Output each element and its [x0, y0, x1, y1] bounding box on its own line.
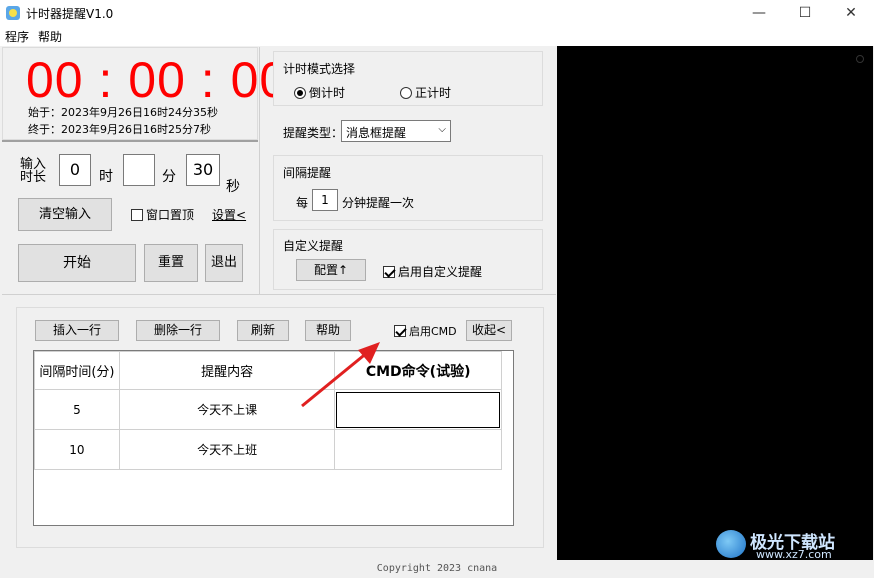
timer-divider: [2, 140, 258, 142]
mode-title: 计时模式选择: [283, 62, 356, 76]
timer-display: 00 : 00 : 00: [26, 52, 289, 108]
row2-cmd[interactable]: [334, 429, 502, 470]
reminder-table: 间隔时间(分) 提醒内容 CMD命令(试验) 5 今天不上课 10 今天不上班: [34, 351, 502, 470]
mode-countup-radio[interactable]: 正计时: [400, 84, 451, 101]
custom-enable-box[interactable]: [383, 266, 395, 278]
delete-row-button[interactable]: 删除一行: [136, 320, 220, 341]
topmost-label: 窗口置顶: [146, 208, 195, 222]
settings-link[interactable]: 设置<: [212, 206, 246, 223]
table-row[interactable]: 10 今天不上班: [34, 429, 502, 470]
arrow-shaft: [301, 350, 369, 408]
annotation-arrow-icon: [301, 342, 380, 408]
arrow-head: [358, 342, 380, 364]
topmost-checkbox-box[interactable]: [131, 209, 143, 221]
alert-type-label: 提醒类型：: [283, 126, 344, 140]
collapse-button[interactable]: 收起<: [466, 320, 512, 341]
insert-row-button[interactable]: 插入一行: [35, 320, 119, 341]
refresh-button[interactable]: 刷新: [237, 320, 289, 341]
interval-suffix: 分钟提醒一次: [342, 196, 415, 210]
countup-radio-dot[interactable]: [400, 87, 412, 99]
menu-help[interactable]: 帮助: [38, 28, 62, 45]
custom-enable-label: 启用自定义提醒: [398, 265, 483, 279]
header-interval: 间隔时间(分): [34, 351, 120, 390]
alert-type-select[interactable]: 消息框提醒 ⌵: [341, 120, 451, 142]
row2-content[interactable]: 今天不上班: [118, 429, 336, 470]
cmd-enable-checkbox[interactable]: 启用CMD: [394, 323, 457, 339]
interval-input[interactable]: 1: [312, 189, 338, 211]
app-icon: [6, 6, 20, 20]
end-time-text: 终于：2023年9月26日16时25分7秒: [28, 123, 211, 136]
seconds-unit: 秒: [226, 179, 240, 195]
menu-program[interactable]: 程序: [5, 28, 29, 45]
start-button[interactable]: 开始: [18, 244, 136, 282]
alert-type-value: 消息框提醒: [346, 126, 407, 140]
exit-button[interactable]: 退出: [205, 244, 243, 282]
config-button[interactable]: 配置↑: [296, 259, 366, 281]
title-bar: 计时器提醒V1.0 — ☐ ✕: [0, 0, 874, 26]
minimize-button[interactable]: —: [736, 0, 782, 26]
duration-label: 输入 时长: [20, 158, 46, 184]
minutes-unit: 分: [162, 169, 176, 185]
table-header-row: 间隔时间(分) 提醒内容 CMD命令(试验): [34, 351, 502, 390]
row2-interval[interactable]: 10: [34, 429, 120, 470]
row1-interval[interactable]: 5: [34, 389, 120, 430]
start-time-text: 始于：2023年9月26日16时24分35秒: [28, 106, 218, 119]
section-divider: [2, 294, 556, 295]
custom-title: 自定义提醒: [283, 239, 344, 253]
reset-button[interactable]: 重置: [144, 244, 198, 282]
hours-unit: 时: [99, 169, 113, 185]
column-divider: [259, 47, 260, 294]
clear-input-button[interactable]: 清空输入: [18, 198, 112, 231]
cmd-enable-box[interactable]: [394, 325, 406, 337]
countup-label: 正计时: [415, 86, 452, 100]
duration-label-line2: 时长: [20, 170, 47, 185]
countdown-label: 倒计时: [309, 86, 346, 100]
close-button[interactable]: ✕: [828, 0, 874, 26]
reminder-table-container: 间隔时间(分) 提醒内容 CMD命令(试验) 5 今天不上课 10 今天不上班: [33, 350, 514, 526]
watermark-swirl-icon: [716, 530, 746, 558]
interval-prefix: 每: [296, 196, 309, 210]
copyright-footer: Copyright 2023 cnana: [376, 563, 498, 574]
preview-panel: [557, 46, 873, 560]
chevron-down-icon: ⌵: [438, 124, 446, 135]
interval-title: 间隔提醒: [283, 166, 332, 180]
panel-corner-dot: [856, 55, 864, 63]
seconds-input[interactable]: 30: [186, 154, 220, 186]
hours-input[interactable]: 0: [59, 154, 91, 186]
menu-bar: 程序 帮助: [0, 26, 874, 46]
custom-enable-checkbox[interactable]: 启用自定义提醒: [383, 263, 482, 280]
window-title: 计时器提醒V1.0: [26, 7, 114, 21]
topmost-checkbox[interactable]: 窗口置顶: [131, 206, 194, 223]
mode-countdown-radio[interactable]: 倒计时: [294, 84, 345, 101]
minutes-input[interactable]: [123, 154, 155, 186]
table-row[interactable]: 5 今天不上课: [34, 389, 502, 430]
watermark-logo: 极光下载站 www.xz7.com: [716, 528, 866, 561]
countdown-radio-dot[interactable]: [294, 87, 306, 99]
cmd-enable-label: 启用CMD: [409, 325, 457, 338]
maximize-button[interactable]: ☐: [782, 0, 828, 26]
